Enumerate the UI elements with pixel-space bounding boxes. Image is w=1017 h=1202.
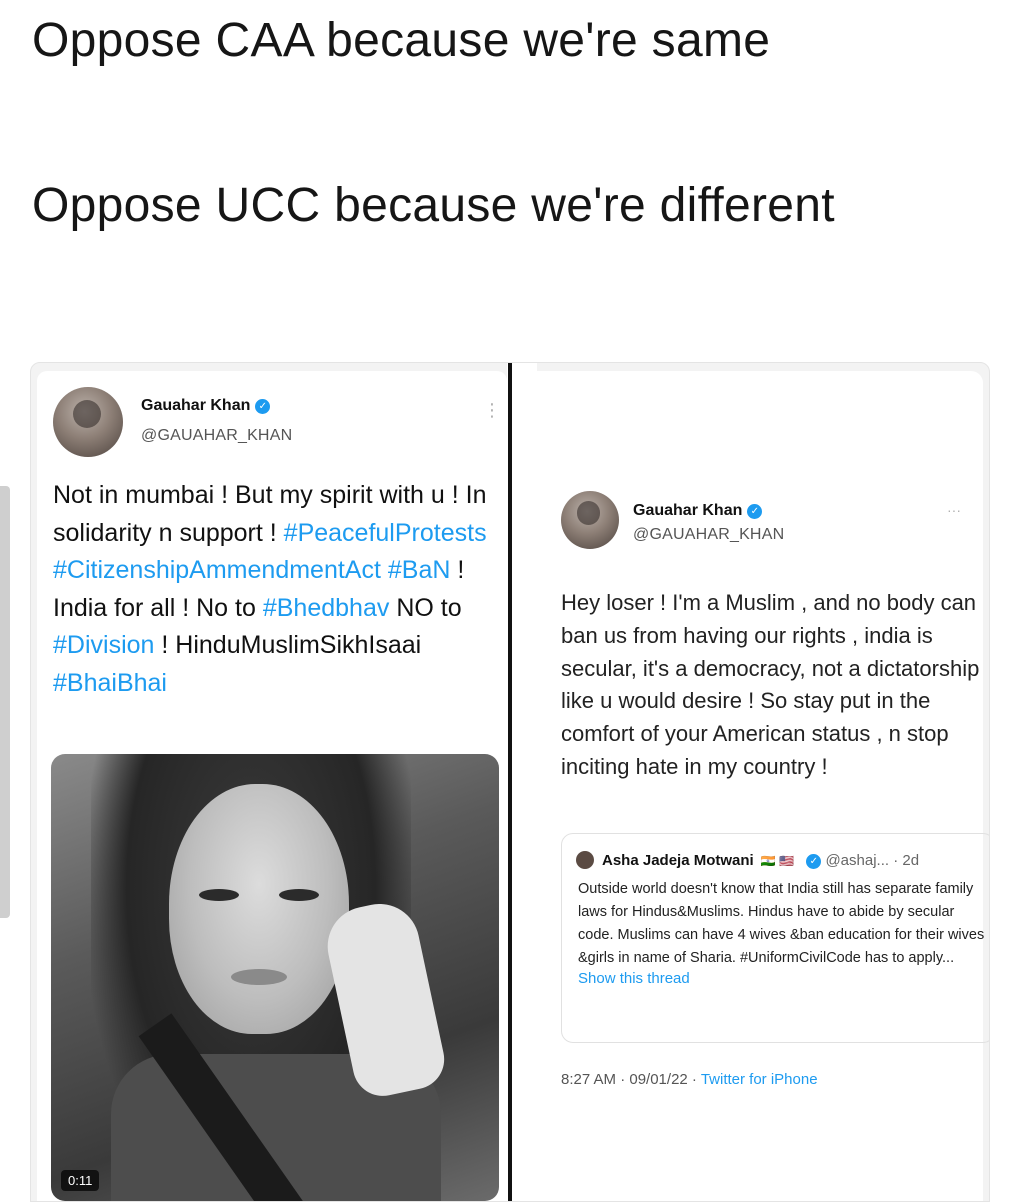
- show-thread-link[interactable]: Show this thread: [578, 970, 690, 987]
- tweet-text: Not in mumbai ! But my spirit with u ! I…: [53, 481, 487, 697]
- more-options-icon[interactable]: ⋮: [483, 401, 501, 419]
- user-handle[interactable]: @GAUAHAR_KHAN: [141, 427, 292, 445]
- video-frame-lips: [231, 969, 287, 985]
- hashtag-link[interactable]: #BhaiBhai: [53, 669, 167, 697]
- video-frame-face: [169, 784, 349, 1034]
- tweet-card-right[interactable]: Gauahar Khan ✓ @GAUAHAR_KHAN ··· Hey lose…: [517, 371, 989, 1201]
- quoted-tweet-text: Outside world doesn't know that India st…: [578, 881, 985, 966]
- tweet-source-link[interactable]: Twitter for iPhone: [701, 1071, 818, 1088]
- hashtag-link[interactable]: #PeacefulProtests: [284, 519, 487, 547]
- quoted-tweet-header: Asha Jadeja Motwani 🇮🇳 🇺🇸 ✓ @ashaj... · …: [602, 852, 919, 869]
- tweet-collage: Gauahar Khan ✓ @GAUAHAR_KHAN ⋮ Not in mum…: [30, 362, 990, 1202]
- video-duration: 0:11: [61, 1170, 100, 1191]
- divider-line: [508, 363, 512, 1201]
- quoted-tweet[interactable]: Asha Jadeja Motwani 🇮🇳 🇺🇸 ✓ @ashaj... · …: [561, 833, 989, 1043]
- avatar[interactable]: [561, 491, 619, 549]
- tweet-card-left[interactable]: Gauahar Khan ✓ @GAUAHAR_KHAN ⋮ Not in mum…: [37, 371, 507, 1201]
- video-frame-eye: [199, 889, 239, 901]
- meme-caption-1: Oppose CAA because we're same: [32, 14, 771, 67]
- hashtag-link[interactable]: #Bhedbhav: [263, 594, 390, 622]
- video-frame-eye: [279, 889, 319, 901]
- verified-badge-icon: ✓: [255, 399, 271, 414]
- verified-badge-icon: ✓: [747, 504, 763, 519]
- avatar[interactable]: [53, 387, 123, 457]
- more-options-icon[interactable]: ···: [947, 503, 961, 517]
- user-name[interactable]: Asha Jadeja Motwani: [602, 852, 754, 869]
- verified-badge-icon: ✓: [806, 854, 822, 869]
- user-handle: @ashaj... · 2d: [825, 852, 920, 869]
- user-handle[interactable]: @GAUAHAR_KHAN: [633, 526, 784, 544]
- flag-icon: 🇮🇳 🇺🇸: [760, 854, 795, 868]
- user-name[interactable]: Gauahar Khan ✓: [633, 502, 763, 520]
- tweet-timestamp: 8:27 AM · 09/01/22 · Twitter for iPhone: [561, 1071, 818, 1088]
- hashtag-link[interactable]: #Division: [53, 631, 154, 659]
- tweet-text: Hey loser ! I'm a Muslim , and no body c…: [561, 590, 980, 779]
- hashtag-link[interactable]: #BaN: [388, 556, 451, 584]
- scrollbar[interactable]: [0, 486, 10, 918]
- video-player[interactable]: 0:11: [51, 754, 499, 1201]
- meme-caption-2: Oppose UCC because we're different: [32, 179, 835, 232]
- hashtag-link[interactable]: #CitizenshipAmmendmentAct: [53, 556, 381, 584]
- user-name[interactable]: Gauahar Khan ✓: [141, 397, 271, 415]
- avatar[interactable]: [576, 851, 594, 869]
